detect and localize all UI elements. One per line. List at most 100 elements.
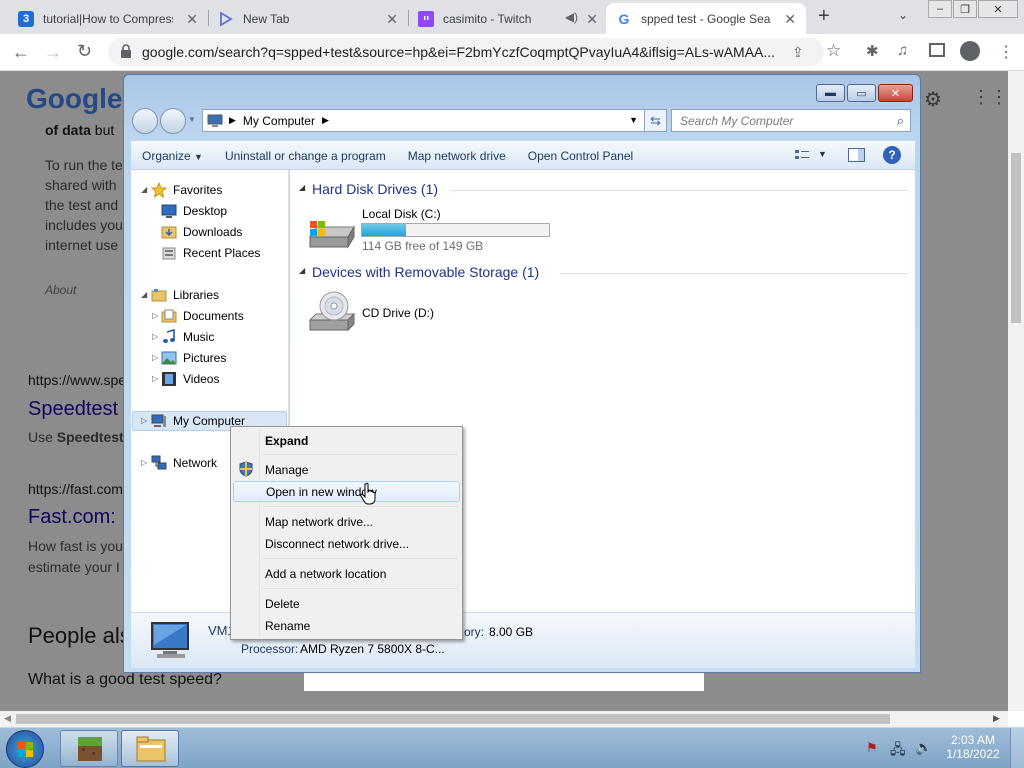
collapse-group-icon[interactable]: ◢	[299, 266, 305, 275]
tab-twitch[interactable]: casimito - Twitch ◀) ✕	[408, 3, 608, 34]
expand-libraries-icon[interactable]: ◢	[141, 290, 147, 299]
view-options-icon[interactable]	[794, 148, 810, 162]
close-window-button[interactable]: ✕	[878, 84, 913, 102]
scroll-left-icon[interactable]: ◀	[4, 713, 11, 724]
action-center-flag-icon[interactable]: ⚑	[866, 740, 878, 756]
media-control-icon[interactable]: ♫	[897, 42, 908, 59]
back-nav-button[interactable]	[132, 108, 158, 134]
nav-desktop[interactable]: Desktop	[161, 201, 227, 221]
maximize-window-button[interactable]: ▭	[847, 84, 876, 102]
horizontal-scroll-thumb[interactable]	[16, 714, 890, 724]
close-browser-button[interactable]: ✕	[978, 0, 1018, 18]
local-disk-name[interactable]: Local Disk (C:)	[362, 207, 441, 221]
address-dropdown-icon[interactable]: ▼	[629, 115, 638, 125]
menu-item-disconnect-network-drive[interactable]: Disconnect network drive...	[233, 533, 460, 554]
expand-network-icon[interactable]: ▷	[141, 458, 147, 467]
open-control-panel-button[interactable]: Open Control Panel	[517, 149, 644, 163]
nav-favorites[interactable]: Favorites	[151, 180, 222, 200]
nav-pictures[interactable]: Pictures	[161, 348, 226, 368]
refresh-icon[interactable]: ⇆	[644, 109, 667, 132]
lock-icon	[120, 44, 132, 59]
taskbar-minecraft-button[interactable]	[60, 730, 118, 767]
search-icon[interactable]: ⌕	[897, 113, 904, 129]
forward-icon[interactable]: →	[44, 42, 62, 63]
computer-small-icon	[207, 114, 223, 128]
hard-disk-drive-icon[interactable]	[306, 217, 356, 253]
address-text: google.com/search?q=spped+test&source=hp…	[142, 44, 776, 60]
minimize-window-button[interactable]: ▬	[816, 84, 845, 102]
menu-item-map-network-drive[interactable]: Map network drive...	[233, 511, 460, 532]
volume-icon[interactable]: 🔈	[915, 739, 932, 756]
menu-item-expand[interactable]: Expand	[233, 430, 460, 451]
close-tab-icon[interactable]: ✕	[186, 11, 198, 28]
forward-nav-button[interactable]	[160, 108, 186, 134]
menu-item-open-new-window[interactable]: Open in new window	[233, 481, 460, 502]
tab-search-icon[interactable]: ⌄	[898, 8, 908, 22]
taskbar-explorer-button[interactable]	[121, 730, 179, 767]
address-bar[interactable]: google.com/search?q=spped+test&source=hp…	[108, 38, 824, 66]
tab-new-tab[interactable]: New Tab ✕	[208, 3, 408, 34]
share-icon[interactable]: ⇪	[792, 44, 804, 61]
breadcrumb-chevron-icon[interactable]: ▶	[322, 115, 329, 126]
close-tab-icon[interactable]: ✕	[586, 11, 598, 28]
bookmark-star-icon[interactable]: ☆	[826, 41, 841, 61]
help-icon[interactable]: ?	[883, 146, 901, 164]
expand-documents-icon[interactable]: ▷	[152, 311, 158, 320]
menu-item-manage[interactable]: Manage	[233, 459, 460, 480]
mute-tab-icon[interactable]: ◀)	[565, 10, 578, 24]
organize-menu[interactable]: Organize ▼	[131, 149, 214, 163]
map-network-drive-button[interactable]: Map network drive	[397, 149, 517, 163]
scroll-right-icon[interactable]: ▶	[993, 713, 1000, 724]
network-tray-icon[interactable]: 🖧	[890, 739, 906, 763]
system-clock[interactable]: 2:03 AM 1/18/2022	[945, 733, 1001, 761]
back-icon[interactable]: ←	[12, 42, 30, 63]
expand-favorites-icon[interactable]: ◢	[141, 185, 147, 194]
close-tab-icon[interactable]: ✕	[784, 11, 796, 28]
preview-pane-icon[interactable]	[848, 148, 865, 162]
tab-tutorial[interactable]: 3 tutorial|How to Compress ✕	[8, 3, 208, 34]
menu-item-delete[interactable]: Delete	[233, 593, 460, 614]
profile-avatar-icon[interactable]	[960, 41, 980, 61]
expand-music-icon[interactable]: ▷	[152, 332, 158, 341]
nav-network[interactable]: Network	[151, 453, 217, 473]
expand-pictures-icon[interactable]: ▷	[152, 353, 158, 362]
start-orb-button[interactable]	[6, 730, 44, 768]
menu-kebab-icon[interactable]: ⋮	[998, 42, 1014, 62]
nav-libraries[interactable]: Libraries	[151, 285, 219, 305]
minimize-browser-button[interactable]: –	[928, 0, 952, 18]
view-dropdown-icon[interactable]: ▼	[818, 149, 827, 159]
collapse-group-icon[interactable]: ◢	[299, 183, 305, 192]
side-panel-icon[interactable]	[929, 43, 945, 57]
uninstall-program-button[interactable]: Uninstall or change a program	[214, 149, 397, 163]
expand-computer-icon[interactable]: ▷	[141, 416, 147, 425]
restore-browser-button[interactable]: ❐	[953, 0, 977, 18]
nav-music[interactable]: Music	[161, 327, 214, 347]
new-tab-button[interactable]: +	[818, 5, 830, 28]
explorer-address-bar[interactable]: ▶ My Computer ▶ ▼	[202, 109, 645, 132]
group-removable-storage[interactable]: Devices with Removable Storage (1)	[312, 264, 539, 280]
menu-item-rename[interactable]: Rename	[233, 615, 460, 636]
extensions-icon[interactable]: ✱	[866, 42, 879, 60]
menu-item-add-network-location[interactable]: Add a network location	[233, 563, 460, 584]
expand-videos-icon[interactable]: ▷	[152, 374, 158, 383]
explorer-search-input[interactable]: Search My Computer ⌕	[671, 109, 911, 132]
cd-drive-name[interactable]: CD Drive (D:)	[362, 306, 434, 320]
close-tab-icon[interactable]: ✕	[386, 11, 398, 28]
vertical-scroll-thumb[interactable]	[1011, 153, 1021, 323]
vertical-scrollbar[interactable]	[1008, 71, 1024, 711]
breadcrumb-chevron-icon[interactable]: ▶	[229, 115, 236, 126]
show-desktop-button[interactable]	[1010, 728, 1024, 768]
group-hard-disk-drives[interactable]: Hard Disk Drives (1)	[312, 181, 438, 197]
music-note-icon	[161, 329, 177, 345]
nav-recent-places[interactable]: Recent Places	[161, 243, 260, 263]
tab-google-search[interactable]: G spped test - Google Sear ✕	[606, 3, 806, 34]
breadcrumb-my-computer[interactable]: My Computer	[243, 114, 315, 128]
horizontal-scrollbar[interactable]: ◀ ▶	[0, 711, 1008, 727]
nav-videos[interactable]: Videos	[161, 369, 219, 389]
reload-icon[interactable]: ↻	[77, 41, 92, 62]
computer-large-icon	[149, 621, 195, 661]
nav-documents[interactable]: Documents	[161, 306, 244, 326]
nav-downloads[interactable]: Downloads	[161, 222, 242, 242]
cd-drive-icon[interactable]	[308, 290, 356, 334]
recent-pages-dropdown-icon[interactable]: ▼	[188, 115, 196, 124]
